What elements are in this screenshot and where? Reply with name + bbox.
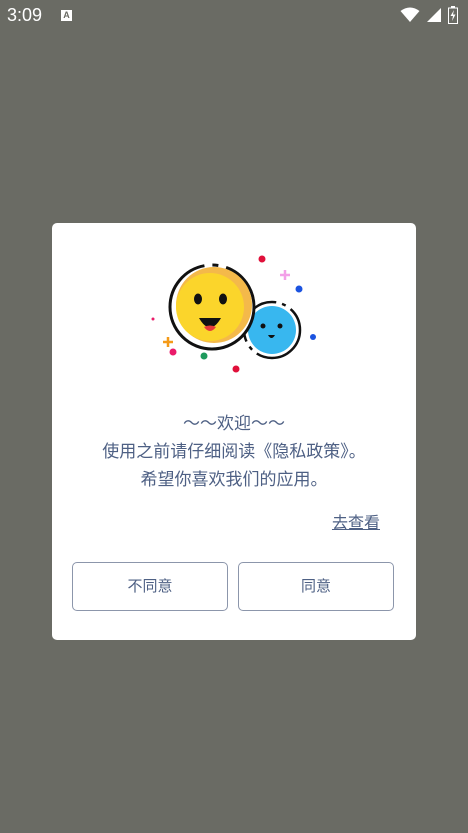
hope-text: 希望你喜欢我们的应用。 <box>140 470 328 490</box>
status-bar: 3:09 A <box>0 0 468 32</box>
privacy-dialog: ～～欢迎～～ 使用之前请仔细阅读《隐私政策》。 希望你喜欢我们的应用。 去查看 … <box>52 223 416 640</box>
wifi-icon <box>400 7 420 22</box>
privacy-notice-text: 使用之前请仔细阅读《隐私政策》。 <box>102 442 366 462</box>
notification-a-icon: A <box>61 10 72 21</box>
view-policy-link[interactable]: 去查看 <box>332 509 380 533</box>
disagree-button[interactable]: 不同意 <box>72 562 228 611</box>
status-icons <box>400 6 458 24</box>
status-time: 3:09 <box>7 5 43 25</box>
smiling-faces-illustration <box>151 255 316 373</box>
battery-charging-icon <box>448 6 458 24</box>
cell-signal-icon <box>427 8 441 22</box>
agree-button[interactable]: 同意 <box>238 562 394 611</box>
welcome-text: ～～欢迎～～ <box>183 414 285 434</box>
